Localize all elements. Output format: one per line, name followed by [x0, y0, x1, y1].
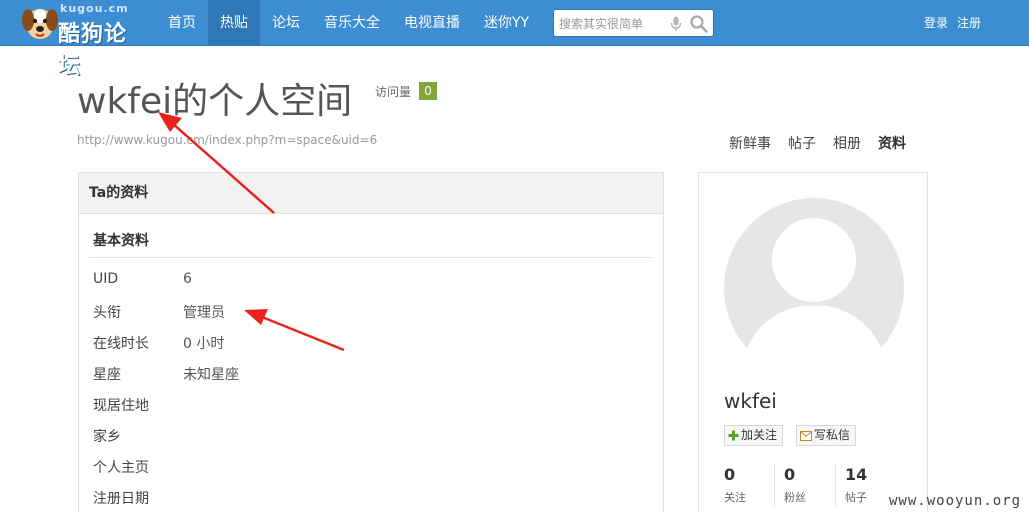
section-title-basic-info: 基本资料 — [93, 233, 149, 249]
stat-divider — [774, 463, 775, 507]
logo-site-text: kugou.cm — [60, 2, 129, 15]
user-card: wkfei 加关注 写私信 0 关注 0 粉丝 14 帖子 — [698, 172, 928, 512]
stat-fans[interactable]: 0 粉丝 — [784, 465, 806, 509]
stat-label: 粉丝 — [784, 491, 806, 504]
profile-panel: Ta的资料 基本资料 UID 6 头衔 管理员 在线时长 0 小时 星座 未知星… — [78, 172, 664, 512]
logo-brand-text: 酷狗论坛 — [58, 22, 128, 79]
info-key: 星座 — [93, 367, 121, 383]
avatar-placeholder-icon[interactable] — [724, 198, 904, 378]
info-key: 现居住地 — [93, 398, 149, 414]
microphone-icon[interactable] — [670, 16, 682, 32]
follow-button-label: 加关注 — [741, 428, 778, 442]
nav-item-forum[interactable]: 论坛 — [260, 0, 312, 46]
info-key: 个人主页 — [93, 460, 149, 476]
nav-item-music[interactable]: 音乐大全 — [312, 0, 392, 46]
stat-value: 0 — [724, 465, 736, 484]
info-value: 0 小时 — [183, 336, 225, 352]
register-link[interactable]: 注册 — [957, 0, 981, 46]
main-nav: 首页 热贴 论坛 音乐大全 电视直播 迷你YY — [156, 0, 541, 46]
login-link[interactable]: 登录 — [924, 0, 948, 46]
stat-label: 帖子 — [845, 491, 867, 504]
follow-button[interactable]: 加关注 — [724, 425, 784, 446]
nav-item-home[interactable]: 首页 — [156, 0, 208, 46]
info-value: 6 — [183, 271, 192, 287]
card-username[interactable]: wkfei — [724, 389, 777, 413]
page-title: wkfei的个人空间 — [77, 81, 353, 122]
info-value: 管理员 — [183, 305, 225, 321]
info-value: 未知星座 — [183, 367, 239, 383]
info-key: 家乡 — [93, 429, 121, 445]
tab-posts[interactable]: 帖子 — [788, 133, 816, 153]
stat-value: 14 — [845, 465, 868, 484]
nav-item-mini-yy[interactable]: 迷你YY — [472, 0, 541, 46]
dog-logo-icon — [22, 9, 58, 39]
message-button-label: 写私信 — [814, 428, 851, 442]
stat-divider — [835, 463, 836, 507]
tab-news-feed[interactable]: 新鲜事 — [729, 133, 771, 153]
stat-posts[interactable]: 14 帖子 — [845, 465, 867, 509]
search-input[interactable]: 搜索其实很简单 — [559, 15, 643, 32]
watermark: www.wooyun.org — [889, 493, 1022, 509]
nav-item-tv-live[interactable]: 电视直播 — [392, 0, 472, 46]
envelope-icon — [800, 430, 812, 441]
stat-following[interactable]: 0 关注 — [724, 465, 746, 509]
nav-item-hot-posts[interactable]: 热贴 — [208, 0, 260, 46]
space-url[interactable]: http://www.kugou.cm/index.php?m=space&ui… — [77, 133, 377, 147]
space-tabs: 新鲜事 帖子 相册 资料 — [729, 133, 923, 153]
tab-profile[interactable]: 资料 — [878, 133, 906, 153]
info-key: 头衔 — [93, 305, 121, 321]
search-box[interactable]: 搜索其实很简单 — [553, 9, 714, 37]
site-logo[interactable]: kugou.cm 酷狗论坛 — [22, 2, 144, 79]
tab-albums[interactable]: 相册 — [833, 133, 861, 153]
visits-label: 访问量 — [375, 85, 412, 99]
add-icon — [728, 430, 739, 441]
stat-value: 0 — [784, 465, 796, 484]
stat-label: 关注 — [724, 491, 746, 504]
auth-links: 登录 注册 — [924, 0, 990, 46]
top-nav-bar: kugou.cm 酷狗论坛 首页 热贴 论坛 音乐大全 电视直播 迷你YY 搜索… — [0, 0, 1029, 79]
visits-count-badge: 0 — [419, 82, 437, 100]
section-divider — [89, 257, 652, 258]
info-key: 注册日期 — [93, 491, 149, 507]
info-key: 在线时长 — [93, 336, 149, 352]
message-button[interactable]: 写私信 — [796, 425, 857, 446]
info-key: UID — [93, 271, 119, 287]
search-icon[interactable] — [689, 14, 709, 34]
profile-panel-title: Ta的资料 — [79, 173, 663, 214]
